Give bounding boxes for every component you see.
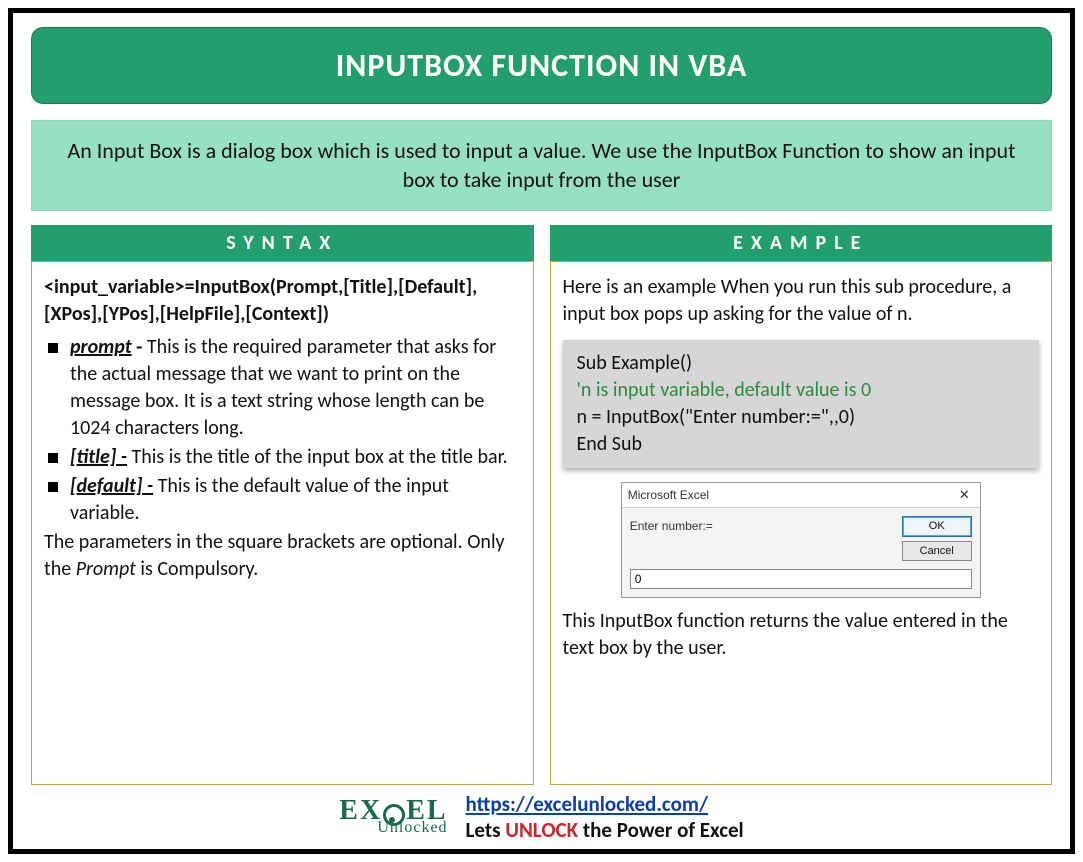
syntax-note: The parameters in the square brackets ar… xyxy=(44,529,521,583)
cancel-button[interactable]: Cancel xyxy=(902,541,972,562)
logo: EXEL Unlocked xyxy=(339,799,447,834)
dialog-input[interactable] xyxy=(630,569,972,589)
code-line: Sub Example() xyxy=(577,350,1026,377)
dialog-prompt: Enter number:= xyxy=(630,516,894,562)
code-block: Sub Example() 'n is input variable, defa… xyxy=(563,340,1040,468)
param-row: [default] - This is the default value of… xyxy=(44,473,521,527)
code-line: End Sub xyxy=(577,431,1026,458)
bullet-icon xyxy=(48,482,58,492)
param-name: prompt xyxy=(70,335,132,359)
param-desc: This is the required parameter that asks… xyxy=(70,335,496,440)
param-row: [title] - This is the title of the input… xyxy=(44,444,521,471)
syntax-column: SYNTAX <input_variable>=InputBox(Prompt,… xyxy=(31,225,534,785)
syntax-header: SYNTAX xyxy=(31,225,534,261)
columns: SYNTAX <input_variable>=InputBox(Prompt,… xyxy=(31,225,1052,785)
dialog-title: Microsoft Excel xyxy=(628,487,709,503)
param-desc: This is the title of the input box at th… xyxy=(132,445,508,469)
footer: EXEL Unlocked https://excelunlocked.com/… xyxy=(31,785,1052,843)
param-name: [default] - xyxy=(70,474,153,498)
footer-text: https://excelunlocked.com/ Lets UNLOCK t… xyxy=(466,791,744,843)
example-header: EXAMPLE xyxy=(550,225,1053,261)
inputbox-dialog: Microsoft Excel ✕ Enter number:= OK Canc… xyxy=(621,482,981,598)
example-intro: Here is an example When you run this sub… xyxy=(563,274,1040,328)
code-comment-line: 'n is input variable, default value is 0 xyxy=(577,377,1026,404)
bullet-icon xyxy=(48,343,58,353)
page-title: INPUTBOX FUNCTION IN VBA xyxy=(31,27,1052,104)
param-row: prompt - This is the required parameter … xyxy=(44,334,521,442)
dialog-titlebar: Microsoft Excel ✕ xyxy=(622,483,980,508)
example-column: EXAMPLE Here is an example When you run … xyxy=(550,225,1053,785)
bullet-icon xyxy=(48,453,58,463)
syntax-signature: <input_variable>=InputBox(Prompt,[Title]… xyxy=(44,274,521,328)
code-line: n = InputBox("Enter number:=",,0) xyxy=(577,404,1026,431)
syntax-body: <input_variable>=InputBox(Prompt,[Title]… xyxy=(31,261,534,785)
footer-url[interactable]: https://excelunlocked.com/ xyxy=(466,791,744,817)
param-name: [title] - xyxy=(70,445,127,469)
example-outro: This InputBox function returns the value… xyxy=(563,608,1040,662)
ok-button[interactable]: OK xyxy=(902,516,972,537)
intro-text: An Input Box is a dialog box which is us… xyxy=(31,120,1052,211)
footer-tagline: Lets UNLOCK the Power of Excel xyxy=(466,817,744,843)
example-body: Here is an example When you run this sub… xyxy=(550,261,1053,785)
close-icon[interactable]: ✕ xyxy=(955,486,974,504)
infographic-card: INPUTBOX FUNCTION IN VBA An Input Box is… xyxy=(8,8,1075,854)
